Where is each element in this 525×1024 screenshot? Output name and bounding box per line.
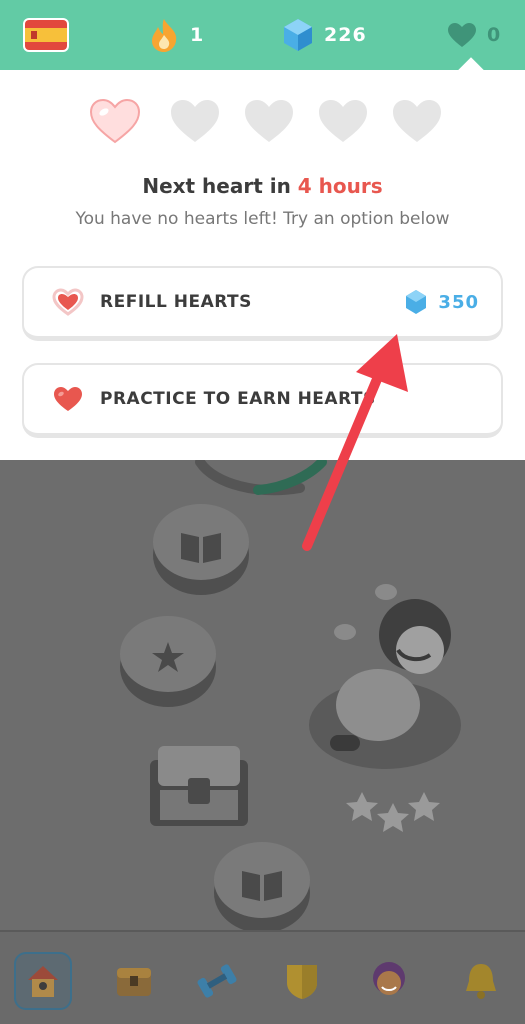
nav-notifications-button[interactable] [452,952,510,1010]
dimmed-lesson-path[interactable] [0,460,525,930]
hearts-progress-row [0,98,525,146]
heart-slot-icon [393,100,441,142]
heart-slot-icon [89,98,141,144]
hearts-count: 0 [487,24,502,46]
nav-profile-button[interactable] [360,952,418,1010]
gem-icon [284,19,312,51]
nav-chest-button[interactable] [105,952,163,1010]
spain-flag-icon [23,18,69,52]
bottom-navigation [0,930,525,1024]
bell-icon [466,964,496,999]
avatar-icon [373,962,405,995]
nav-practice-button[interactable] [188,952,246,1010]
fire-icon [152,19,177,52]
heading-time: 4 hours [297,174,383,198]
heart-slot-icon [171,100,219,142]
chest-icon [117,968,151,996]
no-hearts-subtext: You have no hearts left! Try an option b… [75,209,450,229]
practice-label: PRACTICE TO EARN HEARTS [100,389,376,409]
home-icon [28,966,58,997]
language-flag-button[interactable] [22,0,70,70]
gems-count: 226 [324,24,367,46]
top-status-bar: 1 226 0 [0,0,525,70]
gems-counter[interactable]: 226 [282,0,367,70]
heading-prefix: Next heart in [142,174,298,198]
gem-icon [406,290,427,314]
streak-count: 1 [190,24,205,46]
lesson-path-illustration [120,460,461,930]
heart-icon [54,387,82,411]
nav-home-button[interactable] [14,952,72,1010]
streak-counter[interactable]: 1 [148,0,204,70]
heart-slot-icon [245,100,293,142]
heart-slot-icon [319,100,367,142]
refill-hearts-button[interactable]: REFILL HEARTS 350 [22,266,503,341]
heart-icon [52,288,84,316]
practice-to-earn-hearts-button[interactable]: PRACTICE TO EARN HEARTS [22,363,503,438]
heart-icon [448,23,476,47]
next-heart-heading: Next heart in 4 hours [0,174,525,198]
nav-leaderboard-button[interactable] [273,952,331,1010]
hearts-popup: Next heart in 4 hours You have no hearts… [0,57,525,460]
shield-icon [287,965,317,999]
refill-cost: 350 [404,288,479,316]
refill-hearts-label: REFILL HEARTS [100,292,252,312]
refill-cost-value: 350 [438,291,479,313]
dumbbell-icon [197,964,237,998]
